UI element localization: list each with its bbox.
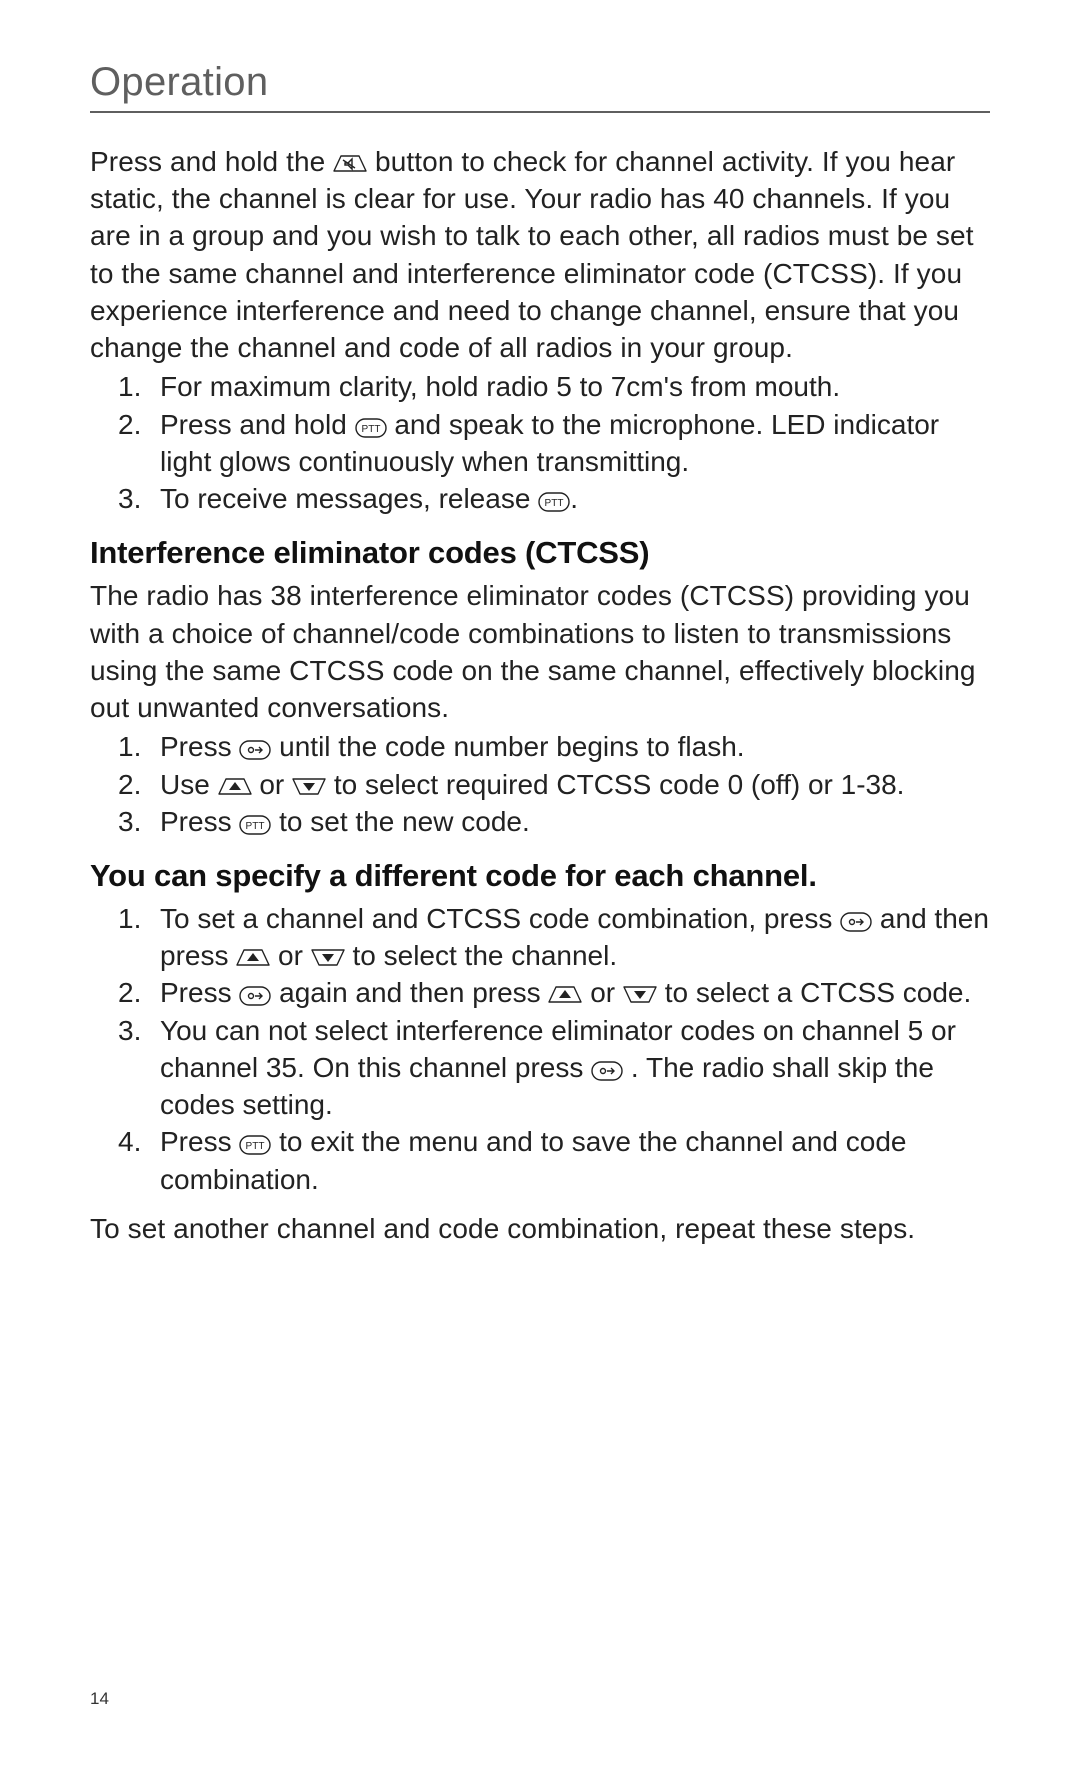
up-button-icon: [548, 984, 582, 1006]
list-item: 1. Press until the code number begins to…: [118, 728, 990, 765]
list-item: 2. Press again and then press or: [118, 974, 990, 1011]
list-text: Press PTT to exit the menu and to save t…: [160, 1123, 990, 1197]
text: .: [570, 483, 578, 514]
text: Press: [160, 1126, 239, 1157]
svg-text:PTT: PTT: [361, 424, 380, 435]
ptt-button-icon: PTT: [239, 1135, 271, 1155]
text: again and then press: [271, 977, 548, 1008]
list-text: Press PTT to set the new code.: [160, 803, 990, 840]
per-channel-steps-list: 1. To set a channel and CTCSS code combi…: [90, 900, 990, 1198]
ptt-button-icon: PTT: [538, 492, 570, 512]
down-button-icon: [311, 947, 345, 969]
text: button to check for channel activity. If…: [90, 146, 974, 363]
monitor-button-icon: [333, 153, 367, 175]
list-text: To set a channel and CTCSS code combinat…: [160, 900, 990, 974]
list-number: 2.: [118, 406, 160, 480]
menu-button-icon: [239, 740, 271, 760]
list-item: 2. Press and hold PTT and speak to the m…: [118, 406, 990, 480]
text: or: [252, 769, 292, 800]
text: To receive messages, release: [160, 483, 538, 514]
list-item: 3. Press PTT to set the new code.: [118, 803, 990, 840]
ctcss-heading: Interference eliminator codes (CTCSS): [90, 535, 990, 571]
list-item: 1. For maximum clarity, hold radio 5 to …: [118, 368, 990, 405]
text: Press and hold: [160, 409, 355, 440]
svg-text:PTT: PTT: [246, 821, 265, 832]
list-item: 3. You can not select interference elimi…: [118, 1012, 990, 1124]
list-text: For maximum clarity, hold radio 5 to 7cm…: [160, 368, 990, 405]
list-item: 3. To receive messages, release PTT .: [118, 480, 990, 517]
text: or: [582, 977, 622, 1008]
list-number: 1.: [118, 728, 160, 765]
list-item: 4. Press PTT to exit the menu and to sav…: [118, 1123, 990, 1197]
menu-button-icon: [840, 912, 872, 932]
list-item: 2. Use or to select required CTCSS code …: [118, 766, 990, 803]
list-number: 4.: [118, 1123, 160, 1197]
manual-page: Operation Press and hold the button to c…: [0, 0, 1080, 1767]
ctcss-intro: The radio has 38 interference eliminator…: [90, 577, 990, 726]
per-channel-heading: You can specify a different code for eac…: [90, 858, 990, 894]
list-text: Press again and then press or: [160, 974, 990, 1011]
text: to exit the menu and to save the channel…: [160, 1126, 906, 1194]
list-number: 2.: [118, 974, 160, 1011]
list-text: Use or to select required CTCSS code 0 (…: [160, 766, 990, 803]
ptt-button-icon: PTT: [355, 418, 387, 438]
list-number: 1.: [118, 368, 160, 405]
down-button-icon: [292, 776, 326, 798]
ptt-button-icon: PTT: [239, 815, 271, 835]
list-item: 1. To set a channel and CTCSS code combi…: [118, 900, 990, 974]
list-number: 2.: [118, 766, 160, 803]
list-text: Press and hold PTT and speak to the micr…: [160, 406, 990, 480]
text: Use: [160, 769, 218, 800]
ctcss-steps-list: 1. Press until the code number begins to…: [90, 728, 990, 840]
text: or: [270, 940, 310, 971]
outro-paragraph: To set another channel and code combinat…: [90, 1210, 990, 1247]
text: Press: [160, 977, 239, 1008]
menu-button-icon: [239, 986, 271, 1006]
text: to set the new code.: [271, 806, 529, 837]
text: until the code number begins to flash.: [271, 731, 744, 762]
list-text: To receive messages, release PTT .: [160, 480, 990, 517]
text: Press: [160, 731, 239, 762]
text: to select required CTCSS code 0 (off) or…: [326, 769, 904, 800]
transmit-steps-list: 1. For maximum clarity, hold radio 5 to …: [90, 368, 990, 517]
list-text: You can not select interference eliminat…: [160, 1012, 990, 1124]
down-button-icon: [623, 984, 657, 1006]
page-number: 14: [90, 1689, 109, 1709]
list-text: Press until the code number begins to fl…: [160, 728, 990, 765]
section-title: Operation: [90, 60, 990, 113]
svg-text:PTT: PTT: [246, 1141, 265, 1152]
svg-text:PTT: PTT: [545, 498, 564, 509]
text: to select a CTCSS code.: [657, 977, 971, 1008]
text: Press and hold the: [90, 146, 333, 177]
list-number: 3.: [118, 480, 160, 517]
text: to select the channel.: [345, 940, 617, 971]
up-button-icon: [236, 947, 270, 969]
list-number: 3.: [118, 1012, 160, 1124]
text: Press: [160, 806, 239, 837]
intro-paragraph: Press and hold the button to check for c…: [90, 143, 990, 366]
text: To set a channel and CTCSS code combinat…: [160, 903, 840, 934]
menu-button-icon: [591, 1061, 623, 1081]
list-number: 3.: [118, 803, 160, 840]
list-number: 1.: [118, 900, 160, 974]
up-button-icon: [218, 776, 252, 798]
